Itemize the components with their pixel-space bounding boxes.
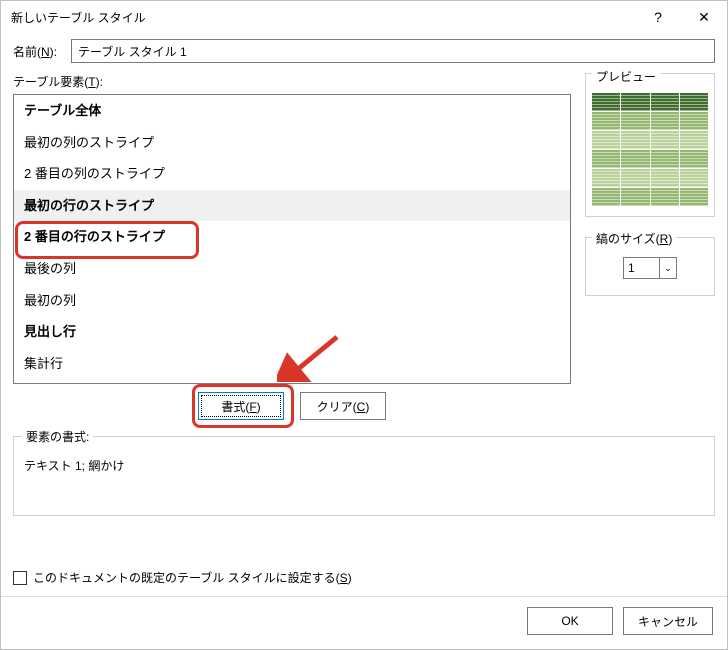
dialog-title: 新しいテーブル スタイル bbox=[11, 9, 635, 26]
ok-button[interactable]: OK bbox=[527, 607, 613, 635]
preview-group: プレビュー bbox=[585, 73, 715, 217]
preview-table bbox=[592, 93, 708, 206]
new-table-style-dialog: 新しいテーブル スタイル ? ✕ 名前(N): テーブル要素(T): テーブル全… bbox=[0, 0, 728, 650]
element-format-title: 要素の書式: bbox=[22, 428, 93, 445]
help-icon: ? bbox=[654, 9, 662, 25]
list-item[interactable]: 見出し行 bbox=[14, 316, 570, 348]
list-item[interactable]: 最初の行のストライプ bbox=[14, 190, 570, 222]
list-item[interactable]: 最後の列 bbox=[14, 253, 570, 285]
cancel-button[interactable]: キャンセル bbox=[623, 607, 713, 635]
stripe-size-label: 縞のサイズ(R) bbox=[592, 230, 676, 247]
dialog-footer: OK キャンセル bbox=[1, 596, 727, 649]
list-item[interactable]: 2 番目の列のストライプ bbox=[14, 158, 570, 190]
chevron-down-icon: ⌄ bbox=[664, 263, 672, 274]
titlebar: 新しいテーブル スタイル ? ✕ bbox=[1, 1, 727, 33]
stripe-size-input[interactable] bbox=[623, 257, 659, 279]
list-item[interactable]: テーブル全体 bbox=[14, 95, 570, 127]
set-default-label: このドキュメントの既定のテーブル スタイルに設定する(S) bbox=[33, 569, 352, 586]
list-item[interactable]: 最初の列のストライプ bbox=[14, 127, 570, 159]
element-format-group: 要素の書式: テキスト 1; 網かけ bbox=[13, 436, 715, 516]
close-icon: ✕ bbox=[698, 9, 710, 26]
list-item[interactable]: 2 番目の行のストライプ bbox=[14, 221, 570, 253]
name-input[interactable] bbox=[71, 39, 715, 63]
list-item[interactable]: 集計行 bbox=[14, 348, 570, 380]
help-button[interactable]: ? bbox=[635, 1, 681, 33]
close-button[interactable]: ✕ bbox=[681, 1, 727, 33]
table-elements-list[interactable]: テーブル全体最初の列のストライプ2 番目の列のストライプ最初の行のストライプ2 … bbox=[13, 94, 571, 384]
name-label: 名前(N): bbox=[13, 43, 71, 60]
stripe-size-group: 縞のサイズ(R) ⌄ bbox=[585, 237, 715, 296]
clear-button[interactable]: クリア(C) bbox=[300, 392, 386, 420]
set-default-checkbox[interactable] bbox=[13, 571, 27, 585]
element-format-text: テキスト 1; 網かけ bbox=[24, 457, 704, 474]
set-default-row[interactable]: このドキュメントの既定のテーブル スタイルに設定する(S) bbox=[1, 559, 727, 596]
format-button[interactable]: 書式(F) bbox=[198, 392, 284, 420]
preview-title: プレビュー bbox=[592, 68, 660, 85]
table-elements-label: テーブル要素(T): bbox=[13, 73, 571, 90]
stripe-size-spinner[interactable]: ⌄ bbox=[659, 257, 677, 279]
name-row: 名前(N): bbox=[13, 39, 715, 63]
list-item[interactable]: 最初の列 bbox=[14, 285, 570, 317]
